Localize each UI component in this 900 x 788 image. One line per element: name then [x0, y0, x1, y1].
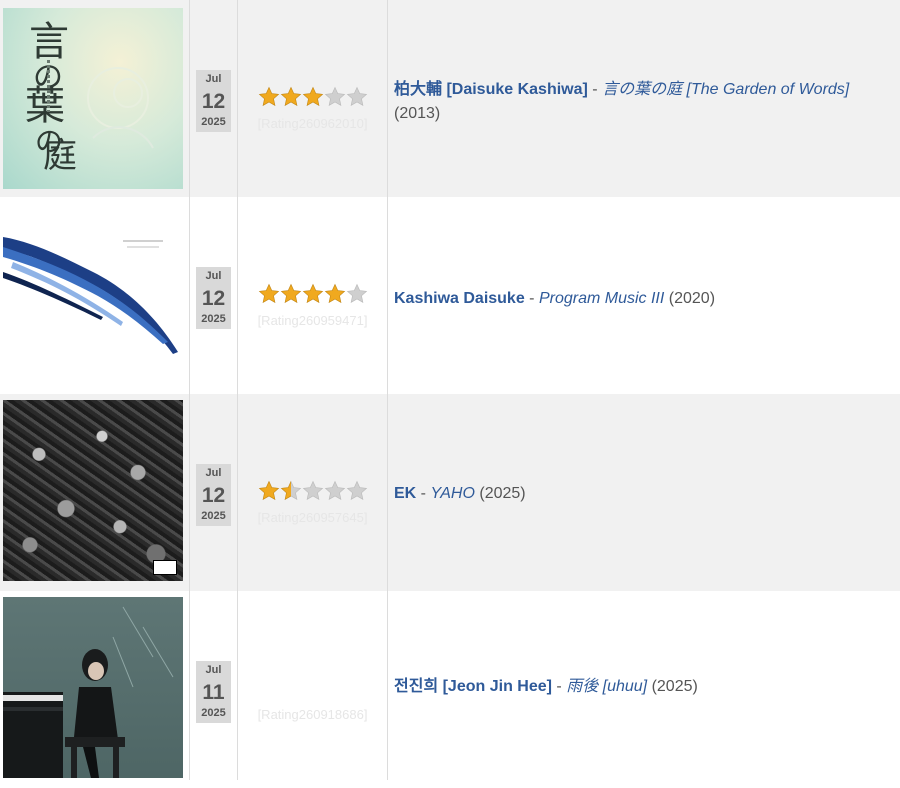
rating-cell: [Rating260959471] — [238, 197, 387, 394]
star-full-icon — [280, 86, 302, 106]
date-day: 12 — [201, 287, 226, 310]
star-empty-icon — [346, 480, 368, 500]
cover-abstract-shape — [3, 237, 178, 354]
date-month: Jul — [205, 270, 222, 282]
release-year: (2025) — [479, 485, 526, 502]
date-month: Jul — [205, 467, 222, 479]
star-rating — [258, 283, 368, 305]
rating-placeholder-text: [Rating260918686] — [257, 707, 368, 722]
parental-advisory-icon — [153, 560, 177, 575]
star-half-icon — [280, 480, 302, 500]
date-day: 11 — [202, 681, 225, 704]
list-item: 言 の 葉 の 庭 Jul 12 2025 [Rating260962010] … — [0, 0, 900, 197]
star-empty-icon — [324, 86, 346, 106]
release-year: (2020) — [668, 290, 716, 307]
rating-placeholder-text: [Rating260959471] — [257, 313, 368, 328]
star-full-icon — [280, 283, 302, 303]
release-title-line: EK - YAHO (2025) — [394, 482, 880, 506]
artist-link[interactable]: 전진희 [Jeon Jin Hee] — [394, 678, 552, 695]
list-item: Jul 11 2025 [Rating260918686] 전진희 [Jeon … — [0, 591, 900, 788]
release-title-line: 전진희 [Jeon Jin Hee] - 雨後 [uhuu] (2025) — [394, 675, 880, 699]
date-year: 2025 — [201, 510, 226, 522]
star-empty-icon — [324, 480, 346, 500]
rating-placeholder-text: [Rating260962010] — [257, 116, 368, 131]
album-cover[interactable]: 言 の 葉 の 庭 — [3, 8, 183, 189]
release-title-line: Kashiwa Daisuke - Program Music III (202… — [394, 287, 880, 311]
separator: - — [524, 290, 539, 307]
date-badge: Jul 11 2025 — [196, 661, 231, 723]
album-link[interactable]: 言の葉の庭 [The Garden of Words] — [602, 81, 849, 98]
star-full-icon — [302, 86, 324, 106]
release-info-cell: Kashiwa Daisuke - Program Music III (202… — [388, 197, 900, 394]
star-empty-icon — [346, 283, 368, 303]
cover-small-text — [47, 60, 50, 112]
column-divider — [387, 0, 388, 780]
star-empty-icon — [346, 86, 368, 106]
release-title-line: 柏大輔 [Daisuke Kashiwa] - 言の葉の庭 [The Garde… — [394, 78, 880, 126]
column-divider — [189, 0, 190, 780]
rating-history-list: 言 の 葉 の 庭 Jul 12 2025 [Rating260962010] … — [0, 0, 900, 788]
cover-kanji: 葉 — [25, 83, 65, 129]
star-full-icon — [258, 86, 280, 106]
star-full-icon — [258, 283, 280, 303]
release-year: (2013) — [394, 105, 441, 122]
star-rating — [258, 480, 368, 502]
release-info-cell: EK - YAHO (2025) — [388, 394, 900, 591]
list-item: Jul 12 2025 [Rating260957645] EK - YAHO … — [0, 394, 900, 591]
date-badge: Jul 12 2025 — [196, 70, 231, 132]
release-info-cell: 전진희 [Jeon Jin Hee] - 雨後 [uhuu] (2025) — [388, 591, 900, 788]
rating-cell: [Rating260957645] — [238, 394, 387, 591]
date-year: 2025 — [201, 707, 226, 719]
album-cover[interactable] — [3, 400, 183, 581]
date-cell: Jul 12 2025 — [190, 197, 237, 394]
star-full-icon — [324, 283, 346, 303]
star-full-icon — [302, 283, 324, 303]
date-cell: Jul 12 2025 — [190, 394, 237, 591]
rating-cell: [Rating260918686] — [238, 591, 387, 788]
cover-cell: 言 の 葉 の 庭 — [0, 0, 189, 197]
list-item: Jul 12 2025 [Rating260959471] Kashiwa Da… — [0, 197, 900, 394]
album-cover[interactable] — [3, 202, 183, 383]
album-cover[interactable] — [3, 597, 183, 778]
cover-piano-scene — [3, 606, 174, 778]
date-badge: Jul 12 2025 — [196, 267, 231, 329]
cover-cell — [0, 197, 189, 394]
album-link[interactable]: YAHO — [430, 485, 474, 502]
separator: - — [587, 81, 603, 98]
star-rating — [258, 677, 368, 699]
artist-link[interactable]: 柏大輔 [Daisuke Kashiwa] — [394, 81, 588, 98]
album-link[interactable]: Program Music III — [539, 290, 664, 307]
date-badge: Jul 12 2025 — [196, 464, 231, 526]
date-month: Jul — [205, 73, 222, 85]
cover-cell — [0, 394, 189, 591]
star-full-icon — [258, 480, 280, 500]
date-day: 12 — [201, 484, 226, 507]
artist-link[interactable]: Kashiwa Daisuke — [394, 290, 525, 307]
rating-cell: [Rating260962010] — [238, 0, 387, 197]
column-divider — [237, 0, 238, 780]
cover-kanji: 庭 — [43, 136, 77, 176]
cover-cell — [0, 591, 189, 788]
album-link[interactable]: 雨後 [uhuu] — [566, 678, 647, 695]
rating-placeholder-text: [Rating260957645] — [257, 510, 368, 525]
release-info-cell: 柏大輔 [Daisuke Kashiwa] - 言の葉の庭 [The Garde… — [388, 0, 900, 197]
date-year: 2025 — [201, 116, 226, 128]
date-day: 12 — [201, 90, 226, 113]
date-month: Jul — [205, 664, 222, 676]
cover-kanji: 言 — [29, 19, 69, 65]
star-empty-icon — [302, 480, 324, 500]
star-rating — [258, 86, 368, 108]
artist-link[interactable]: EK — [394, 485, 416, 502]
date-cell: Jul 11 2025 — [190, 591, 237, 788]
separator: - — [416, 485, 431, 502]
date-year: 2025 — [201, 313, 226, 325]
release-year: (2025) — [651, 678, 698, 695]
separator: - — [551, 678, 567, 695]
date-cell: Jul 12 2025 — [190, 0, 237, 197]
